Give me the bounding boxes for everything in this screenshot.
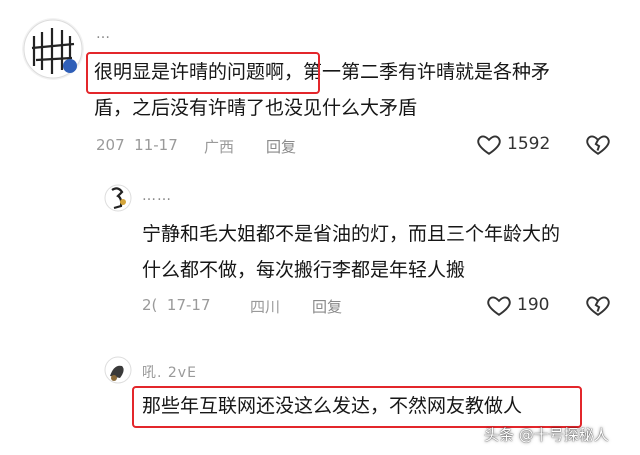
broken-heart-icon <box>586 296 610 316</box>
highlight-box <box>86 52 320 94</box>
avatar[interactable] <box>22 18 84 80</box>
like-button[interactable] <box>476 131 502 157</box>
comment-username[interactable]: 吼. 2vE <box>142 362 197 382</box>
comment-date: 207 11-17 <box>96 136 178 154</box>
like-button[interactable] <box>486 292 512 318</box>
avatar[interactable] <box>104 356 132 384</box>
comment-username[interactable]: …… <box>142 188 172 204</box>
heart-icon <box>477 135 501 155</box>
broken-heart-icon <box>586 135 610 155</box>
avatar-image <box>104 356 132 384</box>
highlight-box <box>132 386 582 428</box>
comment-location: 广西 <box>204 138 235 156</box>
comment-location: 四川 <box>250 298 281 316</box>
avatar[interactable] <box>104 184 132 212</box>
avatar-image <box>104 184 132 212</box>
comment-username[interactable]: … <box>96 26 111 42</box>
reply-button[interactable]: 回复 <box>266 136 296 157</box>
like-count: 190 <box>517 295 550 315</box>
like-count: 1592 <box>507 134 551 154</box>
dislike-button[interactable] <box>585 131 611 157</box>
comment-text: 宁静和毛大姐都不是省油的灯，而且三个年龄大的 <box>142 223 561 245</box>
heart-icon <box>487 296 511 316</box>
watermark: 头条 @十号探秘人 <box>484 426 609 444</box>
comment-text-line2: 什么都不做，每次搬行李都是年轻人搬 <box>142 259 466 281</box>
comment-date: 2( 17-17 <box>142 296 211 314</box>
avatar-image <box>22 18 84 80</box>
reply-button[interactable]: 回复 <box>312 296 342 317</box>
comment-text-rest: ，第一第二季有许晴就是各种矛 <box>284 61 551 83</box>
dislike-button[interactable] <box>585 292 611 318</box>
comment-text-line2: 盾，之后没有许晴了也没见什么大矛盾 <box>94 97 418 119</box>
